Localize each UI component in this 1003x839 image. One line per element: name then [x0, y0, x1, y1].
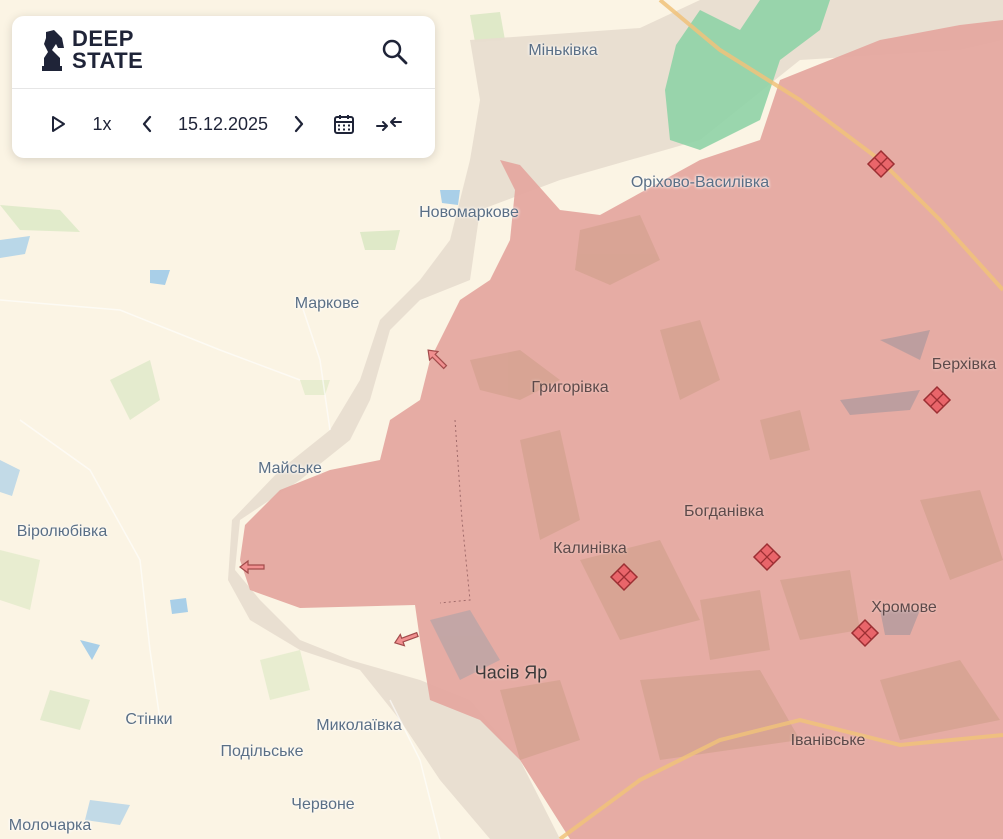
place-label[interactable]: Оріхово-Василівка: [631, 174, 769, 192]
compare-button[interactable]: [374, 111, 404, 137]
speed-button[interactable]: 1x: [88, 111, 116, 137]
deepstate-logo[interactable]: DEEP STATE: [40, 28, 143, 72]
place-label[interactable]: Григорівка: [531, 379, 608, 397]
panel-header: DEEP STATE: [12, 16, 435, 89]
place-label[interactable]: Міньківка: [528, 42, 597, 60]
place-label[interactable]: Молочарка: [9, 817, 92, 835]
place-label[interactable]: Маркове: [295, 295, 360, 313]
search-icon: [382, 39, 408, 65]
attack-arrow: [393, 631, 419, 647]
date-display[interactable]: 15.12.2025: [172, 111, 274, 137]
calendar-button[interactable]: [330, 111, 358, 137]
knight-chess-icon: [42, 30, 64, 71]
calendar-icon: [334, 115, 354, 134]
place-label[interactable]: Миколаївка: [316, 717, 401, 735]
place-label[interactable]: Стінки: [125, 711, 172, 729]
place-label[interactable]: Калинівка: [553, 540, 627, 558]
place-label[interactable]: Подільське: [220, 743, 303, 761]
logo-text-state: STATE: [72, 48, 144, 73]
place-label[interactable]: Часів Яр: [475, 663, 548, 684]
place-label[interactable]: Віролюбівка: [17, 523, 107, 541]
place-label[interactable]: Майське: [258, 460, 322, 478]
control-panel: DEEP STATE 1x 15.12.2025: [12, 16, 435, 158]
place-label[interactable]: Іванівське: [791, 732, 866, 750]
next-date-button[interactable]: [288, 111, 310, 137]
play-button[interactable]: [46, 111, 70, 137]
search-button[interactable]: [381, 38, 409, 66]
place-label[interactable]: Новомаркове: [419, 204, 519, 222]
prev-date-button[interactable]: [136, 111, 158, 137]
timeline-controls: 1x 15.12.2025: [12, 89, 435, 159]
place-label[interactable]: Берхівка: [932, 356, 996, 374]
chevron-left-icon: [142, 115, 152, 133]
chevron-right-icon: [294, 115, 304, 133]
logo-text-deep: DEEP: [72, 26, 134, 51]
place-label[interactable]: Червоне: [291, 796, 354, 814]
place-label[interactable]: Богданівка: [684, 503, 764, 521]
play-icon: [52, 116, 65, 132]
compare-arrows-icon: [376, 117, 402, 131]
place-label[interactable]: Хромове: [871, 599, 937, 617]
